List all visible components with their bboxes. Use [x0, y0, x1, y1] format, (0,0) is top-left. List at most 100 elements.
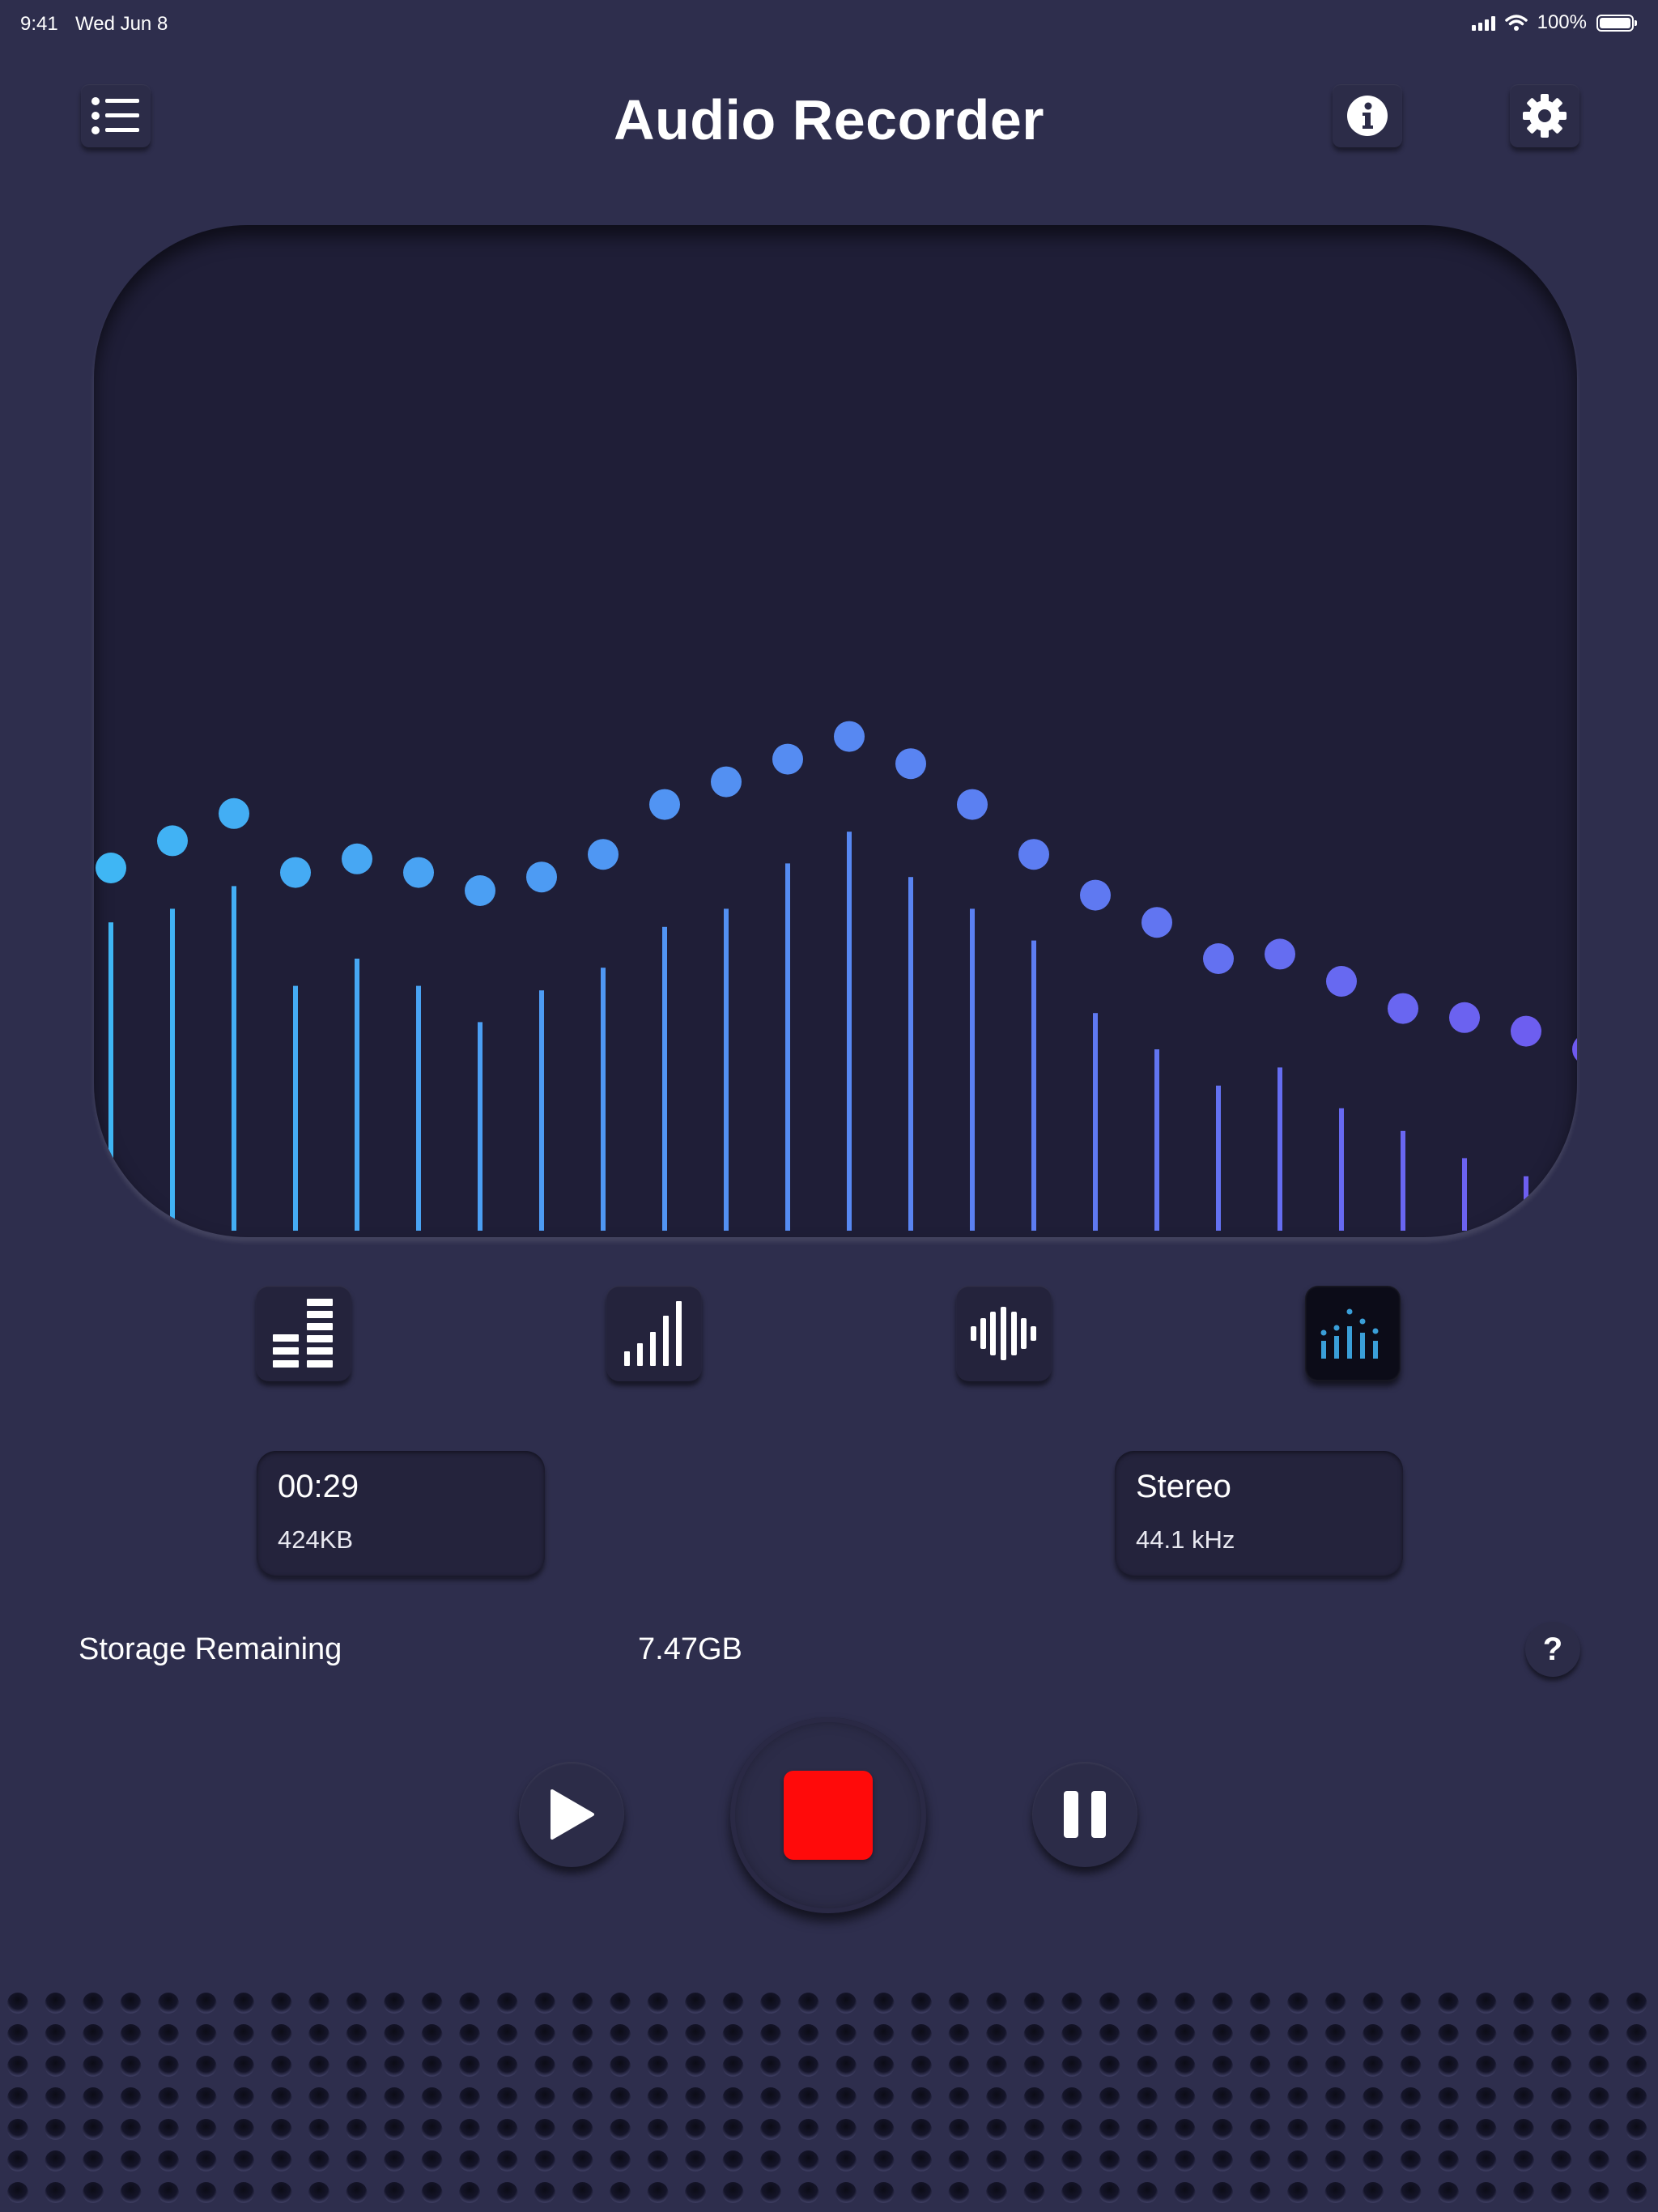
status-date: Wed Jun 8	[75, 13, 168, 35]
grille-hole	[1550, 2024, 1572, 2045]
peak-dot	[772, 743, 803, 775]
speaker-grille	[7, 1993, 1647, 2203]
mode-led-bars-button[interactable]	[256, 1286, 351, 1381]
grille-hole	[1174, 2150, 1196, 2172]
grille-hole	[647, 2056, 669, 2077]
grille-hole	[1400, 2182, 1422, 2203]
peak-dot	[1265, 938, 1295, 970]
grille-hole	[722, 2119, 744, 2140]
grille-hole	[1363, 2087, 1384, 2108]
grille-hole	[572, 2024, 593, 2045]
grille-hole	[233, 2119, 254, 2140]
grille-hole	[1626, 1993, 1647, 2014]
format-info-card: Stereo 44.1 kHz	[1115, 1451, 1403, 1576]
grille-hole	[1475, 2024, 1497, 2045]
grille-hole	[1588, 2024, 1609, 2045]
grille-hole	[83, 2056, 104, 2077]
grille-hole	[346, 2056, 368, 2077]
grille-hole	[1400, 2119, 1422, 2140]
grille-hole	[1249, 2024, 1271, 2045]
level-bar	[232, 886, 236, 1231]
grille-hole	[685, 2056, 706, 2077]
grille-hole	[120, 2087, 142, 2108]
level-bar	[970, 908, 975, 1231]
sample-rate: 44.1 kHz	[1136, 1525, 1235, 1554]
play-button[interactable]	[519, 1762, 624, 1867]
grille-hole	[685, 1993, 706, 2014]
grille-hole	[83, 2182, 104, 2203]
grille-hole	[1061, 2150, 1082, 2172]
grille-hole	[1287, 2024, 1308, 2045]
grille-hole	[948, 2087, 970, 2108]
grille-hole	[572, 2150, 593, 2172]
grille-hole	[1249, 2182, 1271, 2203]
grille-hole	[384, 2119, 405, 2140]
grille-hole	[722, 2056, 744, 2077]
level-bar	[1093, 1013, 1098, 1231]
stop-record-button[interactable]	[730, 1717, 926, 1913]
grille-hole	[797, 2150, 819, 2172]
grille-hole	[647, 1993, 669, 2014]
grille-hole	[948, 1993, 970, 2014]
grille-hole	[1626, 2150, 1647, 2172]
grille-hole	[1363, 2056, 1384, 2077]
level-bar	[724, 908, 729, 1231]
level-bar	[1462, 1158, 1467, 1231]
peak-dot	[1388, 993, 1418, 1024]
grille-hole	[911, 2024, 932, 2045]
mode-waveform-button[interactable]	[956, 1286, 1052, 1381]
grille-hole	[873, 1993, 895, 2014]
grille-hole	[948, 2056, 970, 2077]
grille-hole	[1061, 2119, 1082, 2140]
mode-ascending-bars-button[interactable]	[606, 1286, 702, 1381]
grille-hole	[1438, 2182, 1459, 2203]
grille-hole	[45, 2087, 66, 2108]
grille-hole	[195, 2150, 217, 2172]
grille-hole	[195, 2087, 217, 2108]
grille-hole	[1249, 2056, 1271, 2077]
grille-hole	[1588, 2150, 1609, 2172]
grille-hole	[1137, 2024, 1158, 2045]
pause-button[interactable]	[1032, 1762, 1137, 1867]
grille-hole	[797, 2182, 819, 2203]
info-button[interactable]	[1333, 84, 1402, 147]
grille-hole	[496, 2087, 518, 2108]
grille-hole	[1023, 2150, 1045, 2172]
grille-hole	[1287, 2087, 1308, 2108]
grille-hole	[1174, 2182, 1196, 2203]
grille-hole	[835, 2056, 857, 2077]
grille-hole	[421, 2182, 443, 2203]
settings-button[interactable]	[1510, 84, 1579, 147]
grille-hole	[158, 2056, 179, 2077]
grille-hole	[233, 1993, 254, 2014]
help-button[interactable]: ?	[1525, 1622, 1580, 1677]
recording-info-card: 00:29 424KB	[257, 1451, 545, 1576]
gear-icon	[1523, 94, 1567, 138]
grille-hole	[346, 2150, 368, 2172]
grille-hole	[120, 1993, 142, 2014]
grille-hole	[1513, 2087, 1534, 2108]
grille-hole	[233, 2150, 254, 2172]
grille-hole	[572, 1993, 593, 2014]
level-bar	[1216, 1085, 1221, 1231]
grille-hole	[948, 2024, 970, 2045]
grille-hole	[685, 2087, 706, 2108]
grille-hole	[534, 2087, 555, 2108]
channel-mode: Stereo	[1136, 1469, 1231, 1504]
grille-hole	[496, 2024, 518, 2045]
grille-hole	[1174, 2024, 1196, 2045]
level-bar	[355, 959, 359, 1231]
grille-hole	[685, 2182, 706, 2203]
pause-icon	[1064, 1791, 1106, 1838]
grille-hole	[45, 2150, 66, 2172]
stop-icon	[784, 1771, 873, 1860]
grille-hole	[1438, 1993, 1459, 2014]
grille-hole	[534, 2056, 555, 2077]
grille-hole	[1513, 2119, 1534, 2140]
grille-hole	[1249, 1993, 1271, 2014]
grille-hole	[270, 2087, 292, 2108]
grille-hole	[384, 2087, 405, 2108]
grille-hole	[1513, 1993, 1534, 2014]
mode-dots-spectrum-button[interactable]	[1305, 1286, 1401, 1381]
grille-hole	[1137, 2119, 1158, 2140]
